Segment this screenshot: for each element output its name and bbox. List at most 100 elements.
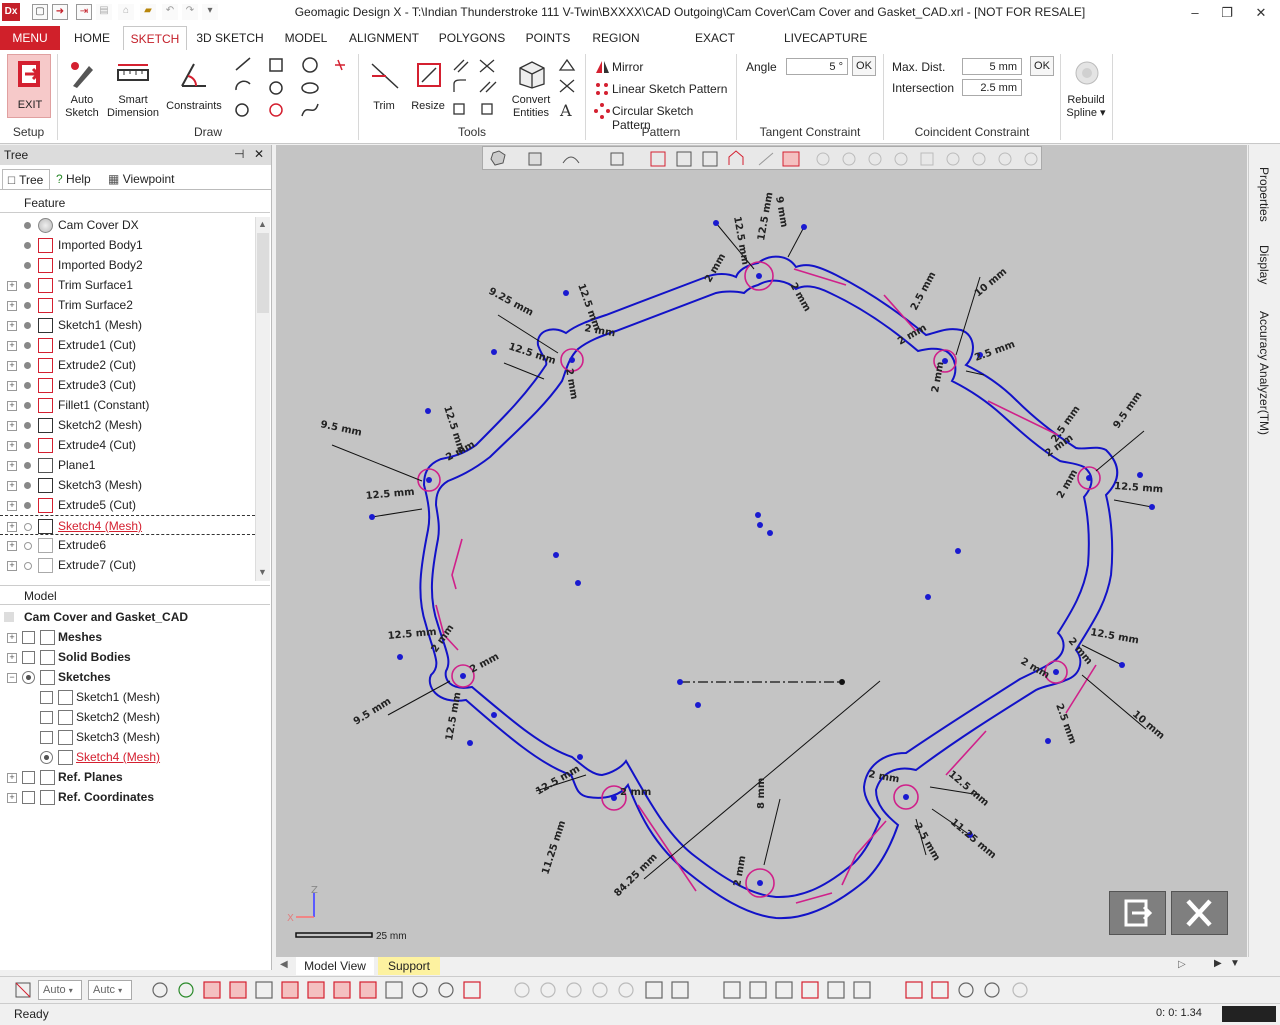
restore-button[interactable]: ❐ bbox=[1212, 3, 1242, 23]
feature-item[interactable]: Cam Cover DX bbox=[0, 215, 255, 235]
close-panel-icon[interactable]: ✕ bbox=[254, 147, 264, 161]
feature-item[interactable]: + Extrude3 (Cut) bbox=[0, 375, 255, 395]
minimize-button[interactable]: – bbox=[1180, 3, 1210, 23]
visibility-dot-icon[interactable] bbox=[24, 282, 31, 289]
visibility-dot-icon[interactable] bbox=[24, 402, 31, 409]
rebuild-spline-button[interactable]: Rebuild Spline ▾ bbox=[1062, 56, 1110, 120]
feature-item[interactable]: + Extrude4 (Cut) bbox=[0, 435, 255, 455]
visibility-dot-icon[interactable] bbox=[24, 502, 31, 509]
expand-icon[interactable]: + bbox=[7, 341, 17, 351]
expand-icon[interactable]: + bbox=[7, 281, 17, 291]
expand-icon[interactable]: + bbox=[7, 381, 17, 391]
visibility-checkbox[interactable] bbox=[22, 631, 35, 644]
expand-icon[interactable]: + bbox=[7, 481, 17, 491]
tab-home[interactable]: HOME bbox=[66, 26, 118, 50]
expand-icon[interactable]: + bbox=[7, 441, 17, 451]
tabs-menu-icon[interactable]: ▼ bbox=[1230, 958, 1240, 969]
visibility-checkbox[interactable] bbox=[40, 691, 53, 704]
accuracy-analyzer-tab[interactable]: Accuracy Analyzer(TM) bbox=[1255, 293, 1275, 443]
feature-item[interactable]: + Plane1 bbox=[0, 455, 255, 475]
visibility-checkbox[interactable] bbox=[22, 651, 35, 664]
feature-item[interactable]: Imported Body2 bbox=[0, 255, 255, 275]
feature-item[interactable]: + Extrude2 (Cut) bbox=[0, 355, 255, 375]
feature-scrollbar[interactable]: ▲ ▼ bbox=[255, 217, 270, 581]
visibility-dot-icon[interactable] bbox=[24, 542, 32, 550]
new-file-icon[interactable]: ▢ bbox=[32, 4, 48, 20]
model-item[interactable]: Sketch3 (Mesh) bbox=[0, 727, 255, 747]
visibility-dot-icon[interactable] bbox=[24, 482, 31, 489]
visibility-dot-icon[interactable] bbox=[24, 242, 31, 249]
tab-alignment[interactable]: ALIGNMENT bbox=[348, 26, 420, 50]
max-dist-input[interactable]: 5 mm bbox=[962, 58, 1022, 75]
model-item[interactable]: − Sketches bbox=[0, 667, 255, 687]
mirror-button[interactable]: Mirror bbox=[592, 58, 732, 76]
visibility-checkbox[interactable] bbox=[22, 771, 35, 784]
intersection-input[interactable]: 2.5 mm bbox=[962, 79, 1022, 96]
feature-item[interactable]: + Trim Surface2 bbox=[0, 295, 255, 315]
feature-item[interactable]: + Sketch4 (Mesh) bbox=[0, 515, 255, 535]
visibility-dot-icon[interactable] bbox=[24, 422, 31, 429]
feature-item[interactable]: + Fillet1 (Constant) bbox=[0, 395, 255, 415]
model-item[interactable]: Sketch2 (Mesh) bbox=[0, 707, 255, 727]
scroll-thumb[interactable] bbox=[257, 233, 269, 313]
expand-icon[interactable]: + bbox=[7, 522, 17, 532]
expand-icon[interactable]: + bbox=[7, 401, 17, 411]
visibility-dot-icon[interactable] bbox=[24, 382, 31, 389]
expand-icon[interactable]: + bbox=[7, 561, 17, 571]
visibility-checkbox[interactable] bbox=[40, 711, 53, 724]
tab-polygons[interactable]: POLYGONS bbox=[436, 26, 508, 50]
model-item[interactable]: + Meshes bbox=[0, 627, 255, 647]
scroll-down-icon[interactable]: ▼ bbox=[258, 567, 267, 577]
pin-icon[interactable]: ⊣ bbox=[234, 147, 244, 161]
smart-dimension-button[interactable]: Smart Dimension bbox=[106, 56, 160, 120]
visibility-dot-icon[interactable] bbox=[24, 442, 31, 449]
visibility-dot-icon[interactable] bbox=[24, 562, 32, 570]
model-item[interactable]: Sketch4 (Mesh) bbox=[0, 747, 255, 767]
tab-points[interactable]: POINTS bbox=[522, 26, 574, 50]
angle-input[interactable]: 5 ° bbox=[786, 58, 848, 75]
expand-icon[interactable]: + bbox=[7, 321, 17, 331]
bottom-toolbar-icons[interactable] bbox=[148, 980, 1048, 1000]
model-item[interactable]: + Solid Bodies bbox=[0, 647, 255, 667]
trim-button[interactable]: Trim bbox=[364, 56, 404, 120]
redo-icon[interactable]: ↷ bbox=[182, 4, 198, 20]
visibility-dot-icon[interactable] bbox=[24, 523, 32, 531]
app-logo[interactable]: Dx bbox=[2, 3, 20, 21]
linear-sketch-pattern-button[interactable]: Linear Sketch Pattern bbox=[592, 80, 732, 98]
expand-icon[interactable]: + bbox=[7, 773, 17, 783]
expand-icon[interactable]: + bbox=[7, 501, 17, 511]
constraints-button[interactable]: Constraints bbox=[162, 56, 226, 120]
expand-icon[interactable]: + bbox=[7, 421, 17, 431]
model-root[interactable]: Cam Cover and Gasket_CAD bbox=[0, 607, 255, 627]
visibility-dot-icon[interactable] bbox=[24, 222, 31, 229]
feature-item[interactable]: Imported Body1 bbox=[0, 235, 255, 255]
tab-3d-sketch[interactable]: 3D SKETCH bbox=[196, 26, 264, 50]
model-item[interactable]: + Ref. Planes bbox=[0, 767, 255, 787]
max-dist-ok-button[interactable]: OK bbox=[1030, 56, 1054, 76]
tab-sketch[interactable]: SKETCH bbox=[123, 26, 187, 51]
visibility-dot-icon[interactable] bbox=[24, 362, 31, 369]
properties-tab[interactable]: Properties bbox=[1255, 151, 1275, 229]
feature-item[interactable]: + Extrude6 bbox=[0, 535, 255, 555]
expand-icon[interactable]: + bbox=[7, 361, 17, 371]
selection-mode-combo-2[interactable]: Autc ▾ bbox=[88, 980, 132, 1000]
visibility-dot-icon[interactable] bbox=[24, 342, 31, 349]
exit-button[interactable]: EXIT bbox=[7, 54, 51, 118]
folder-icon[interactable]: ▰ bbox=[140, 4, 156, 20]
visibility-dot-icon[interactable] bbox=[24, 302, 31, 309]
feature-item[interactable]: + Sketch1 (Mesh) bbox=[0, 315, 255, 335]
undo-icon[interactable]: ↶ bbox=[162, 4, 178, 20]
expand-icon[interactable]: + bbox=[7, 633, 17, 643]
sketch-canvas[interactable]: 12.5 mm 9 mm 12.5 mm 2 mm 2 mm 9.25 mm 1… bbox=[276, 145, 1247, 957]
visibility-checkbox[interactable] bbox=[22, 791, 35, 804]
expand-icon[interactable]: + bbox=[7, 301, 17, 311]
visibility-checkbox[interactable] bbox=[22, 671, 35, 684]
feature-item[interactable]: + Extrude1 (Cut) bbox=[0, 335, 255, 355]
export-icon[interactable]: ⇥ bbox=[76, 4, 92, 20]
tab-exact-surfacing[interactable]: EXACT SURFACING bbox=[660, 26, 770, 69]
auto-sketch-button[interactable]: Auto Sketch bbox=[60, 56, 104, 120]
feature-item[interactable]: + Extrude5 (Cut) bbox=[0, 495, 255, 515]
tab-help[interactable]: ? Help bbox=[56, 169, 106, 189]
save-all-icon[interactable]: ⌂ bbox=[118, 4, 134, 20]
3d-viewport[interactable]: 12.5 mm 9 mm 12.5 mm 2 mm 2 mm 9.25 mm 1… bbox=[276, 145, 1247, 957]
